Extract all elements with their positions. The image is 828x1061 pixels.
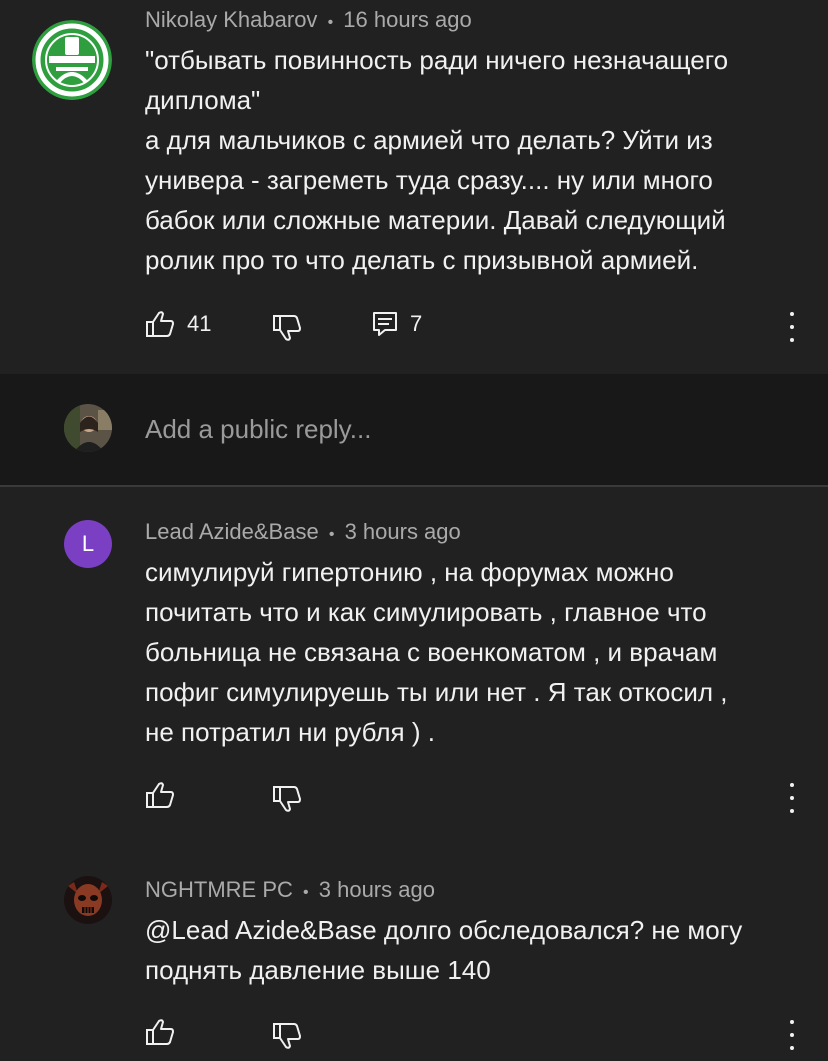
reply-count: 7	[410, 311, 423, 336]
dislike-button[interactable]	[272, 314, 302, 342]
thumbs-up-icon	[146, 782, 174, 808]
comment-reply-icon	[373, 312, 397, 336]
railway-emblem-icon	[32, 20, 112, 100]
comment-meta: Lead Azide&Base • 3 hours ago	[145, 519, 461, 545]
comment-meta: NGHTMRE PC • 3 hours ago	[145, 877, 435, 903]
thumbs-up-icon	[146, 1019, 174, 1045]
user-photo-icon	[64, 404, 112, 452]
meta-separator: •	[327, 14, 334, 31]
comment-text: "отбывать повинность ради ничего незнача…	[145, 45, 729, 275]
meta-separator: •	[328, 526, 335, 543]
thumbs-up-icon	[146, 311, 174, 337]
section-divider	[0, 485, 828, 487]
like-button[interactable]	[145, 781, 175, 809]
like-button[interactable]	[145, 1018, 175, 1046]
more-options-icon[interactable]	[782, 1020, 802, 1050]
like-count: 41	[187, 311, 212, 336]
reply-bar: Add a public reply...	[0, 374, 828, 485]
reply-button[interactable]: 7	[372, 311, 422, 337]
comment-meta: Nikolay Khabarov • 16 hours ago	[145, 7, 472, 33]
more-options-icon[interactable]	[782, 783, 802, 813]
dislike-button[interactable]	[272, 1022, 302, 1050]
comment-time[interactable]: 3 hours ago	[345, 519, 461, 544]
like-button[interactable]: 41	[145, 310, 211, 338]
lead-azide-avatar[interactable]: L	[64, 520, 112, 568]
nikolay-avatar[interactable]	[32, 20, 112, 100]
dislike-button[interactable]	[272, 785, 302, 813]
reply-input[interactable]: Add a public reply...	[145, 414, 371, 445]
nghtmre-avatar[interactable]	[64, 876, 112, 924]
comment-time[interactable]: 16 hours ago	[343, 7, 471, 32]
comment-text: @Lead Azide&Base долго обследовался? не …	[145, 915, 743, 985]
author-name[interactable]: NGHTMRE PC	[145, 877, 293, 902]
comments-page: Nikolay Khabarov • 16 hours ago "отбыват…	[0, 0, 828, 1061]
top-comment: Nikolay Khabarov • 16 hours ago "отбыват…	[0, 0, 828, 374]
comment-time[interactable]: 3 hours ago	[319, 877, 435, 902]
thumbs-down-icon	[273, 786, 301, 812]
thumbs-down-icon	[273, 1023, 301, 1049]
avatar-letter: L	[81, 531, 95, 556]
author-name[interactable]: Lead Azide&Base	[145, 519, 319, 544]
meta-separator: •	[303, 884, 309, 901]
comment-text: симулируй гипертонию , на форумах можно …	[145, 557, 728, 747]
author-name[interactable]: Nikolay Khabarov	[145, 7, 317, 32]
current-user-avatar	[64, 404, 112, 452]
skull-avatar-icon	[64, 876, 112, 924]
more-options-icon[interactable]	[782, 312, 802, 342]
thumbs-down-icon	[273, 315, 301, 341]
